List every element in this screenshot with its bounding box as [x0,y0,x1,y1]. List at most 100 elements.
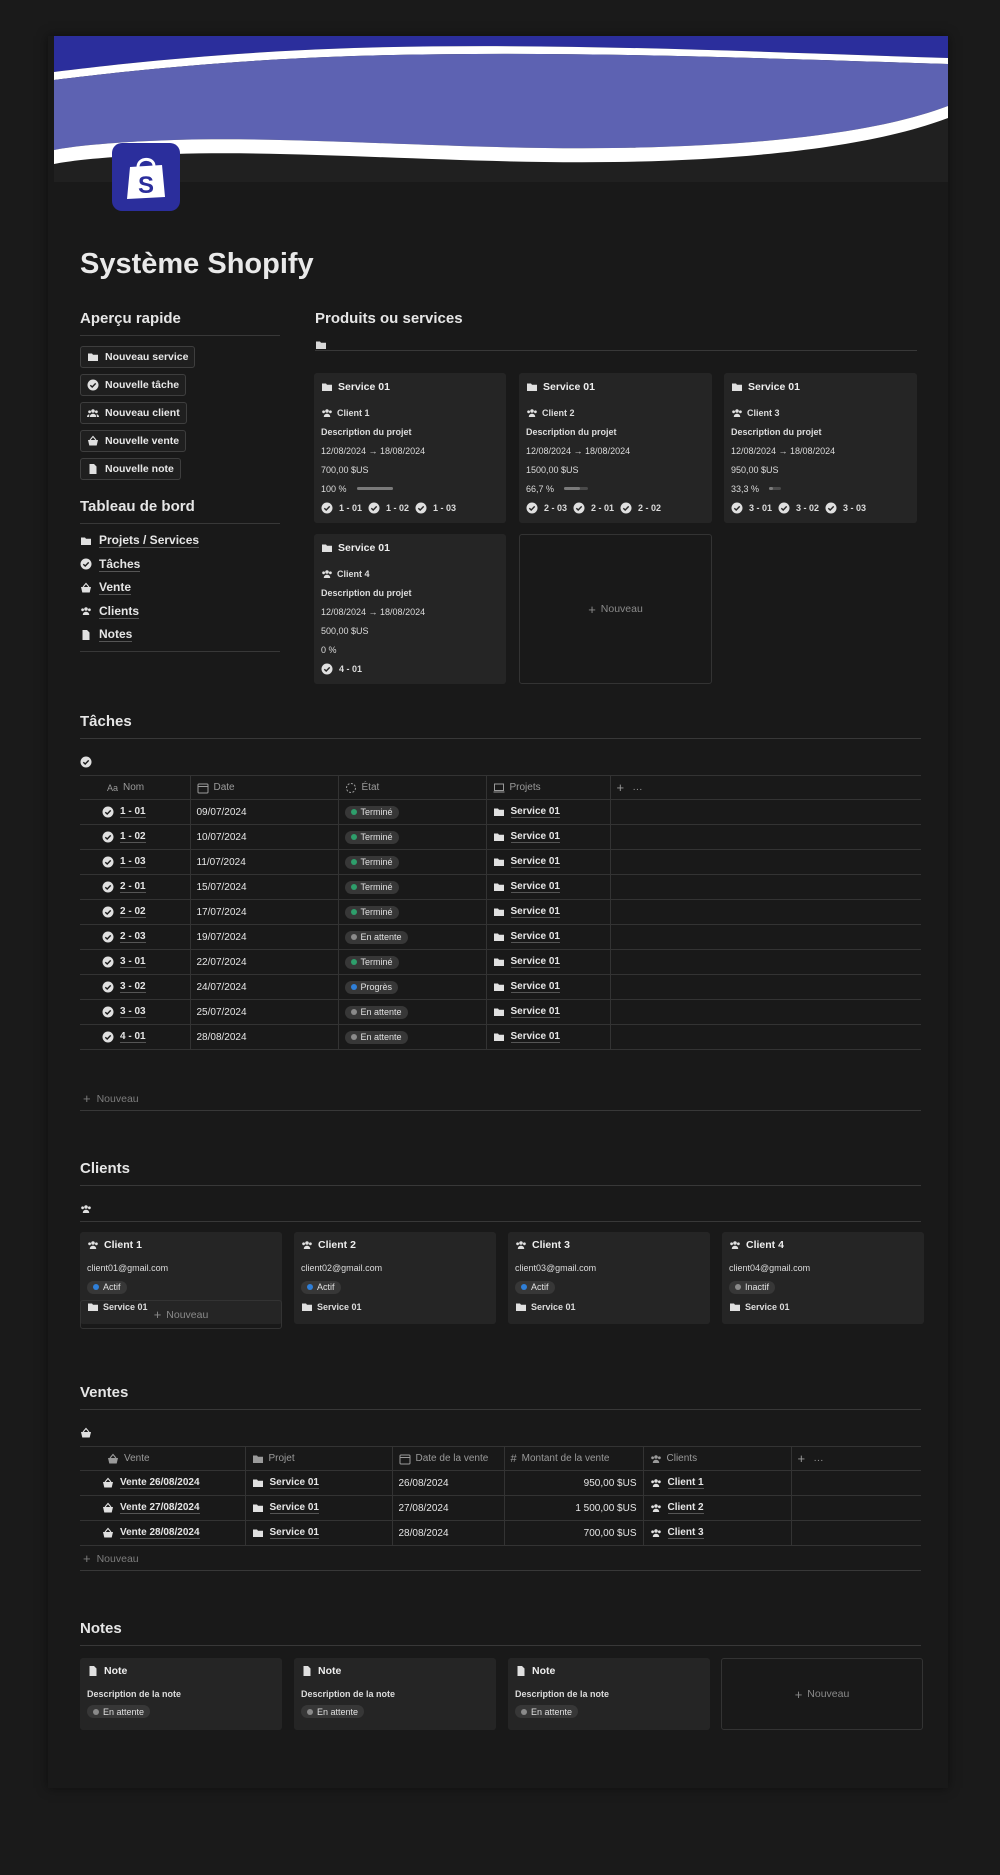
task-project[interactable]: Service 01 [510,981,560,993]
task-project[interactable]: Service 01 [510,906,560,918]
check-circle-icon[interactable] [80,756,92,768]
task-name[interactable]: 2 - 02 [120,906,146,918]
client-project[interactable]: Service 01 [745,1302,790,1312]
product-task[interactable]: 1 - 03 [433,503,456,513]
column-header-amount[interactable]: # Montant de la vente [504,1446,644,1471]
client-project[interactable]: Service 01 [531,1302,576,1312]
task-name[interactable]: 3 - 01 [120,956,146,968]
sale-project[interactable]: Service 01 [269,1527,319,1539]
client-card[interactable]: Client 3 client03@gmail.com Actif Service 0… [508,1232,710,1324]
client-card[interactable]: Client 4 client04@gmail.com Inactif Service… [722,1232,924,1324]
status-badge[interactable]: En attente [344,930,408,944]
status-badge[interactable]: En attente [344,1005,408,1019]
sale-client[interactable]: Client 1 [667,1477,704,1489]
column-header-projects[interactable]: Projets [486,775,611,800]
task-name[interactable]: 2 - 03 [120,931,146,943]
new-sale-button[interactable]: Nouvelle vente [80,430,187,452]
dashboard-item-sales[interactable]: Vente [80,576,280,600]
sales-new-row[interactable]: + Nouveau [80,1547,921,1571]
plus-icon[interactable]: + [798,1451,806,1466]
task-project[interactable]: Service 01 [510,856,560,868]
status-badge[interactable]: Terminé [344,955,399,969]
status-badge[interactable]: En attente [344,1030,408,1044]
product-task[interactable]: 2 - 02 [638,503,661,513]
add-column[interactable]: + ··· [610,775,921,800]
task-name[interactable]: 1 - 03 [120,856,146,868]
new-service-button[interactable]: Nouveau service [80,346,196,368]
dashboard-item-projects[interactable]: Projets / Services [80,529,280,553]
dashboard-item-tasks[interactable]: Tâches [80,553,280,577]
table-row[interactable]: 3 - 03 25/07/2024 En attente Service 01 [80,999,921,1025]
sale-name[interactable]: Vente 26/08/2024 [120,1477,200,1489]
dashboard-item-notes[interactable]: Notes [80,623,280,652]
people-icon[interactable] [80,1203,92,1215]
table-row[interactable]: 1 - 02 10/07/2024 Terminé Service 01 [80,824,921,850]
product-card[interactable]: Service 01 Client 3 Description du proje… [724,373,917,523]
sale-project[interactable]: Service 01 [269,1502,319,1514]
client-card[interactable]: Client 2 client02@gmail.com Actif Service 0… [294,1232,496,1324]
status-badge[interactable]: Progrès [344,980,399,994]
product-task[interactable]: 4 - 01 [339,664,362,674]
plus-icon[interactable]: + [617,780,625,795]
sale-client[interactable]: Client 3 [667,1527,704,1539]
task-project[interactable]: Service 01 [510,956,560,968]
task-project[interactable]: Service 01 [510,931,560,943]
column-header-sale[interactable]: Vente [80,1446,246,1471]
table-row[interactable]: 1 - 01 09/07/2024 Terminé Service 01 [80,799,921,825]
column-header-status[interactable]: État [338,775,487,800]
task-name[interactable]: 1 - 02 [120,831,146,843]
product-card[interactable]: Service 01 Client 4 Description du proje… [314,534,506,684]
product-task[interactable]: 3 - 02 [796,503,819,513]
product-task[interactable]: 3 - 03 [843,503,866,513]
column-header-sale-date[interactable]: Date de la vente [392,1446,505,1471]
task-name[interactable]: 2 - 01 [120,881,146,893]
status-badge[interactable]: Terminé [344,830,399,844]
product-task[interactable]: 3 - 01 [749,503,772,513]
table-row[interactable]: 2 - 03 19/07/2024 En attente Service 01 [80,924,921,950]
tasks-new-row[interactable]: + Nouveau [80,1087,921,1111]
product-task[interactable]: 1 - 02 [386,503,409,513]
note-card[interactable]: Note Description de la note En attente [80,1658,282,1730]
task-name[interactable]: 1 - 01 [120,806,146,818]
sale-client[interactable]: Client 2 [667,1502,704,1514]
note-card[interactable]: Note Description de la note En attente [294,1658,496,1730]
add-column[interactable]: + ··· [791,1446,921,1471]
more-icon[interactable]: ··· [813,1455,823,1466]
table-row[interactable]: 3 - 02 24/07/2024 Progrès Service 01 [80,974,921,1000]
table-row[interactable]: 1 - 03 11/07/2024 Terminé Service 01 [80,849,921,875]
table-row[interactable]: 4 - 01 28/08/2024 En attente Service 01 [80,1024,921,1050]
product-card[interactable]: Service 01 Client 1 Description du proje… [314,373,506,523]
column-header-clients[interactable]: Clients [643,1446,792,1471]
table-row[interactable]: Vente 28/08/2024 Service 01 28/08/2024 700,… [80,1520,921,1546]
sale-name[interactable]: Vente 27/08/2024 [120,1502,200,1514]
product-task[interactable]: 2 - 01 [591,503,614,513]
more-icon[interactable]: ··· [632,784,642,795]
task-name[interactable]: 4 - 01 [120,1031,146,1043]
client-project[interactable]: Service 01 [317,1302,362,1312]
status-badge[interactable]: Terminé [344,905,399,919]
column-header-date[interactable]: Date [190,775,339,800]
status-badge[interactable]: Terminé [344,880,399,894]
table-row[interactable]: 2 - 02 17/07/2024 Terminé Service 01 [80,899,921,925]
task-project[interactable]: Service 01 [510,1031,560,1043]
new-client-button[interactable]: Nouveau client [80,402,187,424]
status-badge[interactable]: Terminé [344,805,399,819]
column-header-project[interactable]: Projet [245,1446,393,1471]
table-row[interactable]: Vente 27/08/2024 Service 01 27/08/2024 1 50… [80,1495,921,1521]
task-project[interactable]: Service 01 [510,1006,560,1018]
basket-icon[interactable] [80,1427,92,1439]
product-card[interactable]: Service 01 Client 2 Description du proje… [519,373,712,523]
sale-name[interactable]: Vente 28/08/2024 [120,1527,200,1539]
task-name[interactable]: 3 - 02 [120,981,146,993]
task-project[interactable]: Service 01 [510,806,560,818]
sale-project[interactable]: Service 01 [269,1477,319,1489]
task-name[interactable]: 3 - 03 [120,1006,146,1018]
column-header-name[interactable]: Aa Nom [80,775,191,800]
table-row[interactable]: Vente 26/08/2024 Service 01 26/08/2024 950,… [80,1470,921,1496]
dashboard-item-clients[interactable]: Clients [80,600,280,624]
new-task-button[interactable]: Nouvelle tâche [80,374,187,396]
folder-icon[interactable] [315,339,327,351]
product-task[interactable]: 1 - 01 [339,503,362,513]
product-task[interactable]: 2 - 03 [544,503,567,513]
task-project[interactable]: Service 01 [510,831,560,843]
